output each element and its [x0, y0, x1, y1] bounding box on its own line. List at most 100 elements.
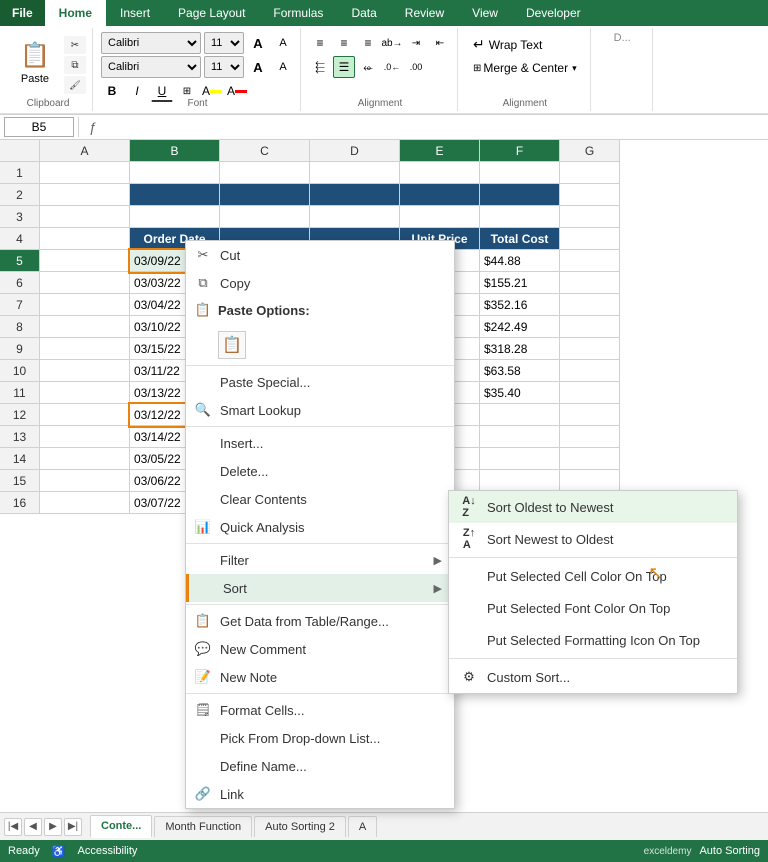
cell-g15[interactable] — [560, 470, 620, 492]
cell-a15[interactable] — [40, 470, 130, 492]
context-clear-contents[interactable]: Clear Contents — [186, 485, 454, 513]
sheet-tab-auto-sorting[interactable]: Auto Sorting 2 — [254, 816, 346, 837]
text-direction-btn[interactable]: ab→ — [381, 32, 403, 54]
context-filter[interactable]: Filter ▶ — [186, 546, 454, 574]
cell-b3[interactable] — [130, 206, 220, 228]
row-header-9[interactable]: 9 — [0, 338, 40, 360]
col-header-f[interactable]: F — [480, 140, 560, 162]
cell-a5[interactable] — [40, 250, 130, 272]
cell-a8[interactable] — [40, 316, 130, 338]
cell-g8[interactable] — [560, 316, 620, 338]
tab-home[interactable]: Home — [45, 0, 106, 26]
cell-f3[interactable] — [480, 206, 560, 228]
cell-g1[interactable] — [560, 162, 620, 184]
row-header-16[interactable]: 16 — [0, 492, 40, 514]
dec-decimal-btn[interactable]: .0← — [381, 56, 403, 78]
cell-a7[interactable] — [40, 294, 130, 316]
row-header-4[interactable]: 4 — [0, 228, 40, 250]
sort-cell-color[interactable]: Put Selected Cell Color On Top — [449, 560, 737, 592]
cell-a9[interactable] — [40, 338, 130, 360]
row-header-2[interactable]: 2 — [0, 184, 40, 206]
align-right-btn[interactable]: ⬰ — [357, 56, 379, 78]
tab-last-btn[interactable]: ▶| — [64, 818, 82, 836]
cell-a13[interactable] — [40, 426, 130, 448]
col-header-a[interactable]: A — [40, 140, 130, 162]
sort-custom[interactable]: ⚙ Custom Sort... — [449, 661, 737, 693]
tab-formulas[interactable]: Formulas — [259, 0, 337, 26]
context-link[interactable]: 🔗 Link — [186, 780, 454, 808]
align-bottom-btn[interactable]: ≡ — [357, 32, 379, 54]
align-left-btn[interactable]: ⬱ — [309, 56, 331, 78]
font-size-select[interactable]: 11 — [204, 32, 244, 54]
cell-a12[interactable] — [40, 404, 130, 426]
sheet-tab-month[interactable]: Month Function — [154, 816, 252, 837]
cell-d1[interactable] — [310, 162, 400, 184]
copy-button[interactable]: ⧉ — [64, 56, 86, 74]
tab-first-btn[interactable]: |◀ — [4, 818, 22, 836]
decrease-font-btn2[interactable]: A — [272, 56, 294, 78]
tab-insert[interactable]: Insert — [106, 0, 164, 26]
font-name-select2[interactable]: Calibri — [101, 56, 201, 78]
row-header-15[interactable]: 15 — [0, 470, 40, 492]
cell-f8[interactable]: $242.49 — [480, 316, 560, 338]
indent-less-btn[interactable]: ⇤ — [429, 32, 451, 54]
context-define-name[interactable]: Define Name... — [186, 752, 454, 780]
cell-f13[interactable] — [480, 426, 560, 448]
context-format-cells[interactable]: 🗒 Format Cells... — [186, 696, 454, 724]
context-paste-special[interactable]: Paste Special... — [186, 368, 454, 396]
increase-font-btn[interactable]: A — [247, 32, 269, 54]
increase-font-btn2[interactable]: A — [247, 56, 269, 78]
sort-font-color[interactable]: Put Selected Font Color On Top — [449, 592, 737, 624]
paste-option-btn-1[interactable]: 📋 — [218, 331, 246, 359]
row-header-11[interactable]: 11 — [0, 382, 40, 404]
cell-g14[interactable] — [560, 448, 620, 470]
context-sort[interactable]: Sort ▶ — [186, 574, 454, 602]
sort-newest-oldest[interactable]: Z↑A Sort Newest to Oldest — [449, 523, 737, 555]
context-get-data[interactable]: 📋 Get Data from Table/Range... — [186, 607, 454, 635]
cell-g9[interactable] — [560, 338, 620, 360]
inc-decimal-btn[interactable]: .00 — [405, 56, 427, 78]
align-top-btn[interactable]: ≡ — [309, 32, 331, 54]
cell-f15[interactable] — [480, 470, 560, 492]
cell-e3[interactable] — [400, 206, 480, 228]
tab-page-layout[interactable]: Page Layout — [164, 0, 259, 26]
cell-g7[interactable] — [560, 294, 620, 316]
cell-a11[interactable] — [40, 382, 130, 404]
cell-f11[interactable]: $35.40 — [480, 382, 560, 404]
cell-c2[interactable] — [220, 184, 310, 206]
tab-next-btn[interactable]: ▶ — [44, 818, 62, 836]
cell-g13[interactable] — [560, 426, 620, 448]
cell-f2[interactable] — [480, 184, 560, 206]
col-header-b[interactable]: B — [130, 140, 220, 162]
context-new-comment[interactable]: 💬 New Comment — [186, 635, 454, 663]
cell-b2[interactable] — [130, 184, 220, 206]
sheet-tab-conte[interactable]: Conte... — [90, 815, 152, 838]
align-center-btn[interactable]: ☰ — [333, 56, 355, 78]
row-header-5[interactable]: 5 — [0, 250, 40, 272]
row-header-12[interactable]: 12 — [0, 404, 40, 426]
cell-g12[interactable] — [560, 404, 620, 426]
formula-expand-btn[interactable]: ƒ — [83, 117, 103, 137]
cell-g5[interactable] — [560, 250, 620, 272]
row-header-13[interactable]: 13 — [0, 426, 40, 448]
col-header-d[interactable]: D — [310, 140, 400, 162]
cell-c3[interactable] — [220, 206, 310, 228]
cell-a3[interactable] — [40, 206, 130, 228]
cell-g11[interactable] — [560, 382, 620, 404]
cell-a14[interactable] — [40, 448, 130, 470]
tab-file[interactable]: File — [0, 0, 45, 26]
cell-g6[interactable] — [560, 272, 620, 294]
font-name-select[interactable]: Calibri — [101, 32, 201, 54]
cell-e2[interactable] — [400, 184, 480, 206]
col-header-g[interactable]: G — [560, 140, 620, 162]
sort-formatting-icon[interactable]: Put Selected Formatting Icon On Top — [449, 624, 737, 656]
tab-data[interactable]: Data — [337, 0, 390, 26]
cut-button[interactable]: ✂ — [64, 36, 86, 54]
col-header-c[interactable]: C — [220, 140, 310, 162]
cell-d3[interactable] — [310, 206, 400, 228]
cell-a10[interactable] — [40, 360, 130, 382]
tab-review[interactable]: Review — [391, 0, 458, 26]
format-painter-button[interactable]: 🖌 — [64, 76, 86, 94]
cell-f4[interactable]: Total Cost — [480, 228, 560, 250]
context-pick-dropdown[interactable]: Pick From Drop-down List... — [186, 724, 454, 752]
